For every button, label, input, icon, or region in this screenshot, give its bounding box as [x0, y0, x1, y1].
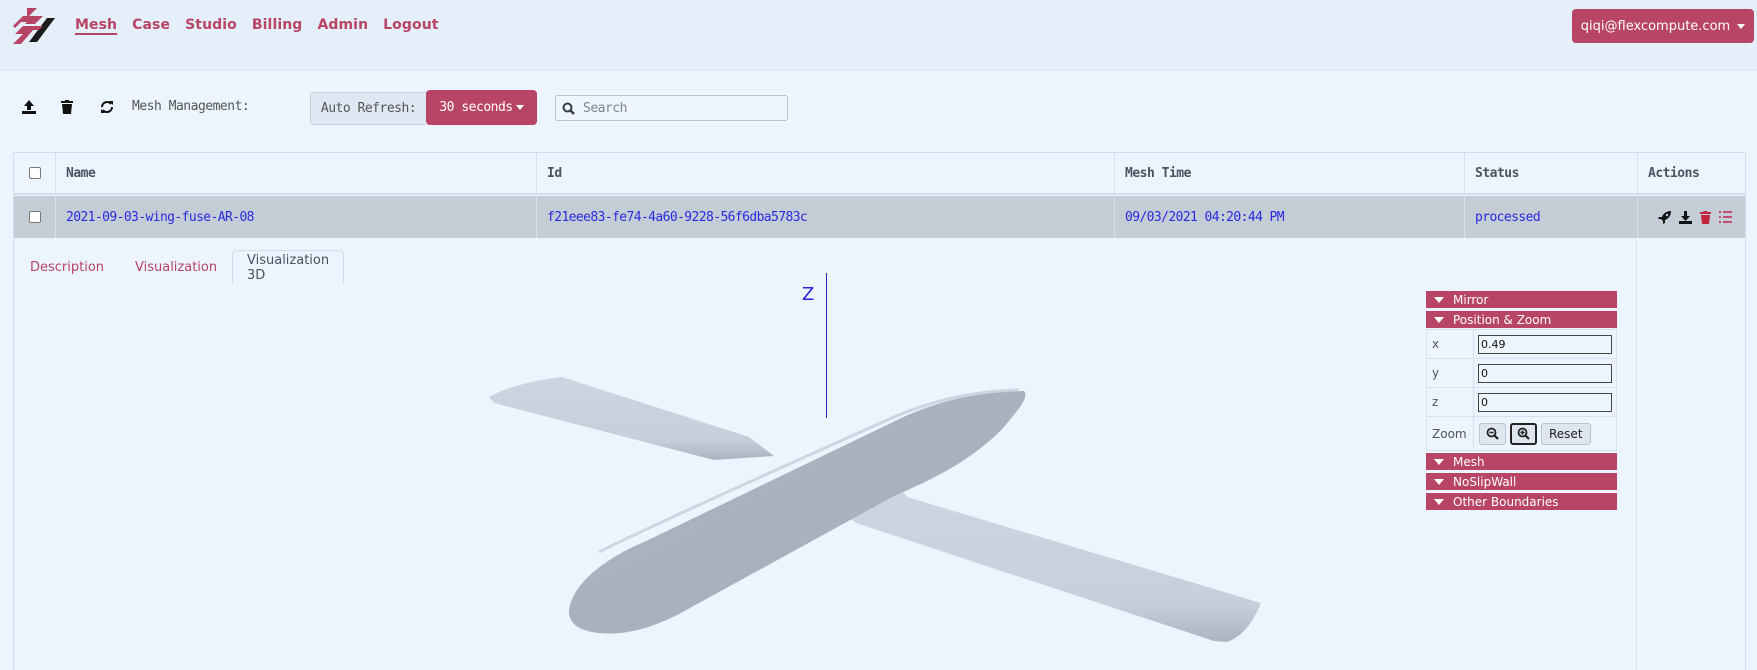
nav-admin[interactable]: Admin	[317, 16, 368, 34]
mesh-time: 09/03/2021 04:20:44 PM	[1115, 196, 1465, 238]
column-header-actions: Actions	[1648, 165, 1700, 181]
triangle-down-icon	[1434, 478, 1444, 485]
z-row: z	[1427, 388, 1616, 417]
y-row: y	[1427, 359, 1616, 388]
x-label: x	[1427, 330, 1474, 358]
table-header: Name Id Mesh Time Status Actions	[14, 153, 1745, 195]
auto-refresh-dropdown[interactable]: 30 seconds	[426, 90, 537, 125]
triangle-down-icon	[1434, 458, 1444, 465]
position-zoom-section-header[interactable]: Position & Zoom	[1426, 311, 1617, 328]
trash-icon[interactable]	[58, 98, 76, 116]
delete-icon[interactable]	[1700, 210, 1711, 224]
mesh-section-header[interactable]: Mesh	[1426, 453, 1617, 470]
user-email: qiqi@flexcompute.com	[1580, 18, 1731, 34]
select-all-checkbox[interactable]	[28, 167, 41, 179]
column-header-status[interactable]: Status	[1465, 153, 1638, 193]
row-actions	[1638, 196, 1745, 238]
triangle-down-icon	[1434, 498, 1444, 505]
actions-column-divider	[1636, 239, 1637, 670]
mesh-status: processed	[1465, 196, 1638, 238]
position-zoom-controls: x y z Zoom Reset	[1426, 329, 1617, 451]
download-icon[interactable]	[1679, 210, 1692, 224]
tab-visualization-3d[interactable]: Visualization 3D	[232, 250, 345, 284]
nav-mesh[interactable]: Mesh	[75, 16, 117, 34]
top-navbar: Mesh Case Studio Billing Admin Logout qi…	[0, 0, 1757, 71]
column-header-name[interactable]: Name	[56, 153, 537, 193]
table-row[interactable]: 2021-09-03-wing-fuse-AR-08 f21eee83-fe74…	[14, 196, 1745, 238]
row-select-cell	[14, 196, 56, 238]
tab-visualization[interactable]: Visualization	[135, 250, 217, 284]
zoom-in-icon	[1517, 427, 1530, 440]
reset-view-button[interactable]: Reset	[1541, 422, 1591, 445]
launch-case-icon[interactable]	[1658, 210, 1671, 224]
other-boundaries-label: Other Boundaries	[1453, 494, 1559, 509]
viewer-control-panel: Mirror Position & Zoom x y z Zoom	[1426, 291, 1617, 513]
mesh-toolbar: Mesh Management: Auto Refresh: 30 second…	[0, 90, 1757, 126]
triangle-down-icon	[1434, 316, 1444, 323]
x-input[interactable]	[1478, 334, 1612, 354]
right-wing	[843, 491, 1261, 642]
x-row: x	[1427, 330, 1616, 359]
zoom-out-button[interactable]	[1479, 422, 1506, 445]
mirror-label: Mirror	[1453, 292, 1489, 307]
aircraft-mesh-model	[489, 377, 1261, 642]
mesh-name[interactable]: 2021-09-03-wing-fuse-AR-08	[56, 196, 537, 238]
noslipwall-section-header[interactable]: NoSlipWall	[1426, 473, 1617, 490]
nav-case[interactable]: Case	[132, 16, 170, 34]
nav-logout[interactable]: Logout	[383, 16, 438, 34]
left-wing	[489, 377, 774, 460]
refresh-icon[interactable]	[98, 98, 116, 116]
column-header-id[interactable]: Id	[537, 153, 1115, 193]
nav-studio[interactable]: Studio	[185, 16, 237, 34]
z-input[interactable]	[1478, 392, 1612, 412]
chevron-down-icon	[515, 105, 524, 110]
upload-icon[interactable]	[20, 98, 38, 116]
nav-billing[interactable]: Billing	[252, 16, 303, 34]
triangle-down-icon	[1434, 296, 1444, 303]
tab-description[interactable]: Description	[30, 250, 104, 284]
3d-viewer-canvas[interactable]: Z	[14, 273, 1434, 670]
search-input[interactable]	[583, 100, 773, 116]
row-checkbox[interactable]	[28, 211, 41, 223]
y-input[interactable]	[1478, 363, 1612, 383]
search-icon	[562, 102, 575, 115]
mirror-section-header[interactable]: Mirror	[1426, 291, 1617, 308]
flexcompute-logo[interactable]	[13, 8, 59, 45]
position-zoom-label: Position & Zoom	[1453, 312, 1552, 327]
details-list-icon[interactable]	[1719, 211, 1732, 223]
select-all-cell	[14, 153, 56, 193]
y-label: y	[1427, 359, 1474, 387]
mesh-management-label: Mesh Management:	[132, 99, 250, 114]
z-label: z	[1427, 388, 1474, 416]
main-nav: Mesh Case Studio Billing Admin Logout	[75, 16, 454, 34]
auto-refresh-value: 30 seconds	[439, 100, 513, 115]
user-menu-button[interactable]: qiqi@flexcompute.com	[1572, 9, 1754, 43]
other-boundaries-section-header[interactable]: Other Boundaries	[1426, 493, 1617, 510]
chevron-down-icon	[1737, 23, 1746, 29]
search-box[interactable]	[555, 95, 788, 121]
zoom-row: Zoom Reset	[1427, 417, 1616, 450]
mesh-section-label: Mesh	[1453, 454, 1485, 469]
zoom-in-button[interactable]	[1510, 422, 1537, 445]
column-header-mesh-time[interactable]: Mesh Time	[1115, 153, 1465, 193]
auto-refresh-label: Auto Refresh:	[310, 92, 426, 125]
zoom-label: Zoom	[1427, 417, 1474, 450]
mesh-id[interactable]: f21eee83-fe74-4a60-9228-56f6dba5783c	[537, 196, 1115, 238]
noslipwall-label: NoSlipWall	[1453, 474, 1517, 489]
zoom-out-icon	[1486, 427, 1499, 440]
